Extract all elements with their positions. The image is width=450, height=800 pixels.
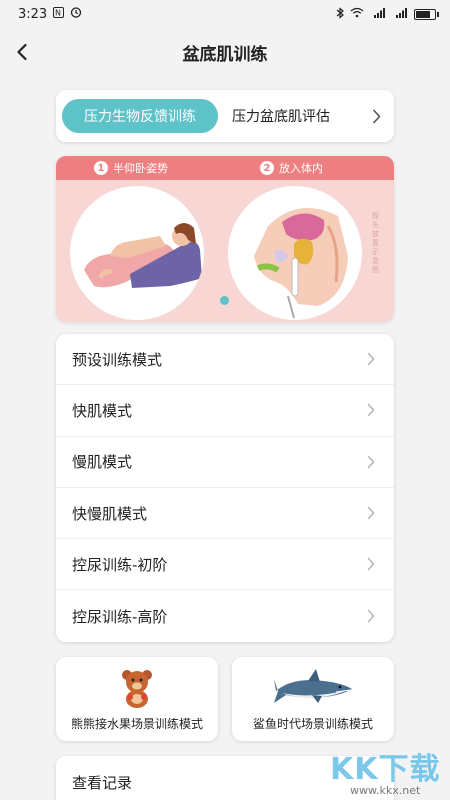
banner-side-label: 探头放置示意图 bbox=[372, 212, 379, 274]
nfc-icon: N bbox=[53, 6, 65, 22]
list-item-preset-mode[interactable]: 预设训练模式 bbox=[56, 334, 394, 386]
chevron-right-icon bbox=[367, 404, 375, 417]
view-records-label: 查看记录 bbox=[72, 774, 133, 792]
chevron-right-icon bbox=[367, 609, 375, 623]
training-tabs: 压力生物反馈训练 压力盆底肌评估 bbox=[56, 90, 394, 142]
banner-step-2: 2 放入体内 bbox=[260, 160, 323, 176]
game-card-label: 熊熊接水果场景训练模式 bbox=[70, 717, 203, 731]
signal-icon-1 bbox=[370, 7, 386, 21]
probe-placement-illustration bbox=[228, 186, 362, 320]
chevron-right-icon bbox=[367, 506, 375, 520]
list-item-label: 快肌模式 bbox=[72, 401, 133, 420]
watermark-logo: KK下载 bbox=[330, 752, 441, 787]
shark-game-card[interactable]: 鲨鱼时代场景训练模式 bbox=[232, 657, 394, 741]
wifi-icon bbox=[350, 7, 364, 21]
reclining-posture-illustration bbox=[70, 186, 204, 320]
bear-fruit-game-card[interactable]: 熊熊接水果场景训练模式 bbox=[56, 657, 218, 741]
back-button[interactable] bbox=[8, 38, 36, 66]
status-bar: 3:23 N bbox=[0, 0, 450, 28]
bluetooth-icon bbox=[336, 6, 344, 22]
chevron-right-icon bbox=[367, 455, 375, 468]
list-item-label: 预设训练模式 bbox=[72, 350, 163, 369]
list-item-label: 慢肌模式 bbox=[72, 453, 133, 472]
nav-bar: 盆底肌训练 bbox=[0, 28, 450, 76]
battery-icon bbox=[414, 8, 439, 20]
site-watermark: KK下载 www.kkx.net bbox=[330, 744, 442, 800]
chevron-right-icon bbox=[367, 558, 375, 571]
list-item-fast-slow-mode[interactable]: 快慢肌模式 bbox=[56, 488, 394, 540]
step-2-label: 放入体内 bbox=[279, 162, 323, 175]
banner-page-indicator bbox=[220, 296, 229, 305]
list-item-continence-advanced[interactable]: 控尿训练-高阶 bbox=[56, 590, 394, 641]
list-item-fast-muscle-mode[interactable]: 快肌模式 bbox=[56, 385, 394, 437]
list-item-label: 控尿训练-高阶 bbox=[72, 607, 168, 626]
banner-step-1: 1 半仰卧姿势 bbox=[94, 160, 168, 176]
page-title: 盆底肌训练 bbox=[182, 44, 268, 65]
step-1-number: 1 bbox=[94, 161, 108, 175]
list-item-slow-muscle-mode[interactable]: 慢肌模式 bbox=[56, 437, 394, 488]
list-item-label: 控尿训练-初阶 bbox=[72, 555, 168, 574]
chevron-right-icon bbox=[367, 352, 375, 366]
tab-pelvic-assessment[interactable]: 压力盆底肌评估 bbox=[232, 106, 330, 126]
chevron-left-icon bbox=[17, 43, 27, 61]
tab-scroll-right-button[interactable] bbox=[366, 105, 386, 127]
alarm-icon bbox=[70, 6, 82, 22]
svg-text:N: N bbox=[55, 8, 61, 17]
game-card-label: 鲨鱼时代场景训练模式 bbox=[252, 717, 373, 731]
list-item-label: 快慢肌模式 bbox=[72, 504, 148, 523]
tab-biofeedback-training[interactable]: 压力生物反馈训练 bbox=[62, 99, 218, 133]
step-1-label: 半仰卧姿势 bbox=[113, 162, 168, 175]
list-item-continence-beginner[interactable]: 控尿训练-初阶 bbox=[56, 539, 394, 591]
signal-icon-2 bbox=[392, 7, 408, 21]
instruction-banner[interactable]: 1 半仰卧姿势 2 放入体内 探头放置示意图 bbox=[56, 156, 394, 322]
step-2-number: 2 bbox=[260, 161, 274, 175]
status-time: 3:23 bbox=[18, 6, 48, 22]
chevron-right-icon bbox=[372, 109, 380, 123]
training-mode-list: 预设训练模式 快肌模式 慢肌模式 快慢肌模式 控尿训练-初阶 控尿训练-高阶 bbox=[56, 334, 394, 642]
shark-icon bbox=[272, 665, 354, 711]
bear-icon bbox=[120, 665, 154, 711]
